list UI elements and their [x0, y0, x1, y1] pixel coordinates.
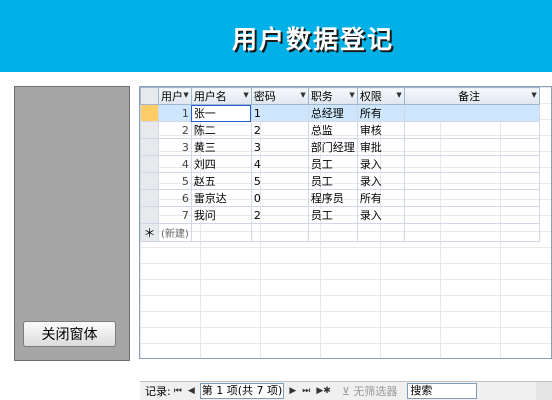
column-header-id[interactable]: 用户 ▼ — [158, 87, 192, 105]
cell-id[interactable]: 7 — [158, 206, 192, 224]
cell-password[interactable]: 0 — [250, 189, 309, 207]
filter-status[interactable]: ⊻ 无筛选器 — [342, 383, 398, 399]
first-record-icon[interactable]: ⏮ — [174, 386, 182, 396]
table-row[interactable]: 3 黄三 3 部门经理 审批 — [140, 138, 540, 156]
cell-password[interactable]: 2 — [250, 206, 309, 224]
cell-position[interactable]: 员工 — [307, 155, 358, 173]
previous-record-icon[interactable]: ◀ — [188, 386, 195, 396]
filter-icon: ⊻ — [341, 385, 350, 398]
cell-permission[interactable]: 所有 — [356, 189, 405, 207]
table-row[interactable]: 5 赵五 5 员工 录入 — [140, 172, 540, 190]
cell-id[interactable]: 6 — [158, 189, 192, 207]
dropdown-arrow-icon[interactable]: ▼ — [531, 89, 536, 104]
cell-username[interactable]: 陈二 — [190, 121, 252, 139]
row-selector[interactable] — [140, 121, 159, 139]
column-header-username[interactable]: 用户名 ▼ — [190, 87, 252, 105]
cell-note[interactable] — [403, 121, 540, 139]
cell-position[interactable]: 部门经理 — [307, 138, 358, 156]
cell-position[interactable]: 总经理 — [307, 104, 358, 122]
column-header-password[interactable]: 密码 ▼ — [250, 87, 309, 105]
cell-note[interactable] — [403, 189, 540, 207]
cell-id[interactable]: 5 — [158, 172, 192, 190]
cell-id[interactable]: 1 — [158, 104, 192, 122]
column-header-position[interactable]: 职务 ▼ — [307, 87, 358, 105]
new-row-label[interactable]: (新建) — [158, 223, 192, 242]
last-record-icon[interactable]: ⏭ — [302, 386, 310, 396]
row-selector[interactable] — [140, 172, 159, 190]
row-selector[interactable] — [140, 138, 159, 156]
cell-position[interactable]: 总监 — [307, 121, 358, 139]
dropdown-arrow-icon[interactable]: ▼ — [243, 89, 248, 104]
cell-id[interactable]: 4 — [158, 155, 192, 173]
header-banner: 用户数据登记 — [0, 0, 552, 72]
row-selector[interactable] — [140, 206, 159, 224]
left-panel — [14, 86, 130, 361]
cell-permission[interactable]: 录入 — [356, 155, 405, 173]
row-selector[interactable] — [140, 104, 159, 122]
cell-new[interactable] — [403, 223, 540, 242]
cell-position[interactable]: 员工 — [307, 206, 358, 224]
cell-permission[interactable]: 审批 — [356, 138, 405, 156]
page-title: 用户数据登记 — [232, 25, 395, 54]
cell-id[interactable]: 2 — [158, 121, 192, 139]
cell-new[interactable] — [250, 223, 309, 242]
row-selector[interactable] — [140, 189, 159, 207]
cell-permission[interactable]: 审核 — [356, 121, 405, 139]
cell-position[interactable]: 员工 — [307, 172, 358, 190]
cell-username[interactable]: 雷京达 — [190, 189, 252, 207]
cell-note[interactable] — [403, 155, 540, 173]
cell-note[interactable] — [403, 172, 540, 190]
cell-new[interactable] — [190, 223, 252, 242]
next-record-icon[interactable]: ▶ — [289, 386, 296, 396]
cell-password[interactable]: 1 — [250, 104, 309, 122]
cell-password[interactable]: 3 — [250, 138, 309, 156]
record-position-field[interactable]: 第 1 项(共 7 项) — [199, 383, 285, 399]
cell-new[interactable] — [307, 223, 358, 242]
column-header-permission[interactable]: 权限 ▼ — [356, 87, 405, 105]
cell-position[interactable]: 程序员 — [307, 189, 358, 207]
cell-username[interactable]: 我问 — [190, 206, 252, 224]
cell-username[interactable]: 刘四 — [190, 155, 252, 173]
cell-note[interactable] — [403, 104, 540, 122]
table-body: 1 张一 1 总经理 所有 2 陈二 2 总监 审核 3 黄三 3 部门经理 审批 4 刘四 4 员工 录入 5 赵五 5 员… — [140, 104, 540, 242]
cell-password[interactable]: 5 — [250, 172, 309, 190]
table-row[interactable]: 6 雷京达 0 程序员 所有 — [140, 189, 540, 207]
cell-note[interactable] — [403, 206, 540, 224]
table-row[interactable]: 2 陈二 2 总监 审核 — [140, 121, 540, 139]
cell-new[interactable] — [356, 223, 405, 242]
datasheet-table: 用户 ▼ 用户名 ▼ 密码 ▼ 职务 ▼ 权限 ▼ 备注 ▼ 1 张一 1 总经理 所有 2 陈二 2 总监… — [140, 87, 540, 242]
close-form-button[interactable]: 关闭窗体 — [23, 321, 116, 347]
new-row-marker-icon: ＊ — [140, 223, 159, 242]
record-label: 记录: — [145, 385, 171, 398]
cell-password[interactable]: 4 — [250, 155, 309, 173]
cell-permission[interactable]: 录入 — [356, 206, 405, 224]
cell-note[interactable] — [403, 138, 540, 156]
table-row[interactable]: 1 张一 1 总经理 所有 — [140, 104, 540, 122]
cell-username[interactable]: 张一 — [190, 104, 252, 122]
row-selector[interactable] — [140, 155, 159, 173]
search-input[interactable]: 搜索 — [407, 383, 478, 399]
header-row: 用户 ▼ 用户名 ▼ 密码 ▼ 职务 ▼ 权限 ▼ 备注 ▼ — [140, 87, 540, 105]
dropdown-arrow-icon[interactable]: ▼ — [349, 89, 354, 104]
cell-password[interactable]: 2 — [250, 121, 309, 139]
select-all-corner[interactable] — [140, 87, 159, 105]
dropdown-arrow-icon[interactable]: ▼ — [300, 89, 305, 104]
new-record-icon[interactable]: ▶✱ — [316, 386, 330, 396]
dropdown-arrow-icon[interactable]: ▼ — [183, 89, 188, 104]
cell-username[interactable]: 赵五 — [190, 172, 252, 190]
datasheet-grid: 用户 ▼ 用户名 ▼ 密码 ▼ 职务 ▼ 权限 ▼ 备注 ▼ 1 张一 1 总经理 所有 2 陈二 2 总监… — [139, 86, 552, 359]
table-row[interactable]: 4 刘四 4 员工 录入 — [140, 155, 540, 173]
record-navigator: 记录: ⏮ ◀ 第 1 项(共 7 项) ▶ ⏭ ▶✱ ⊻ 无筛选器 搜索 — [140, 381, 552, 400]
column-header-note[interactable]: 备注 ▼ — [403, 87, 540, 105]
table-row[interactable]: 7 我问 2 员工 录入 — [140, 206, 540, 224]
cell-permission[interactable]: 所有 — [356, 104, 405, 122]
cell-id[interactable]: 3 — [158, 138, 192, 156]
horizontal-scrollbar[interactable] — [536, 382, 552, 400]
new-record-row[interactable]: ＊ (新建) — [140, 223, 540, 242]
cell-username[interactable]: 黄三 — [190, 138, 252, 156]
cell-permission[interactable]: 录入 — [356, 172, 405, 190]
dropdown-arrow-icon[interactable]: ▼ — [396, 89, 401, 104]
